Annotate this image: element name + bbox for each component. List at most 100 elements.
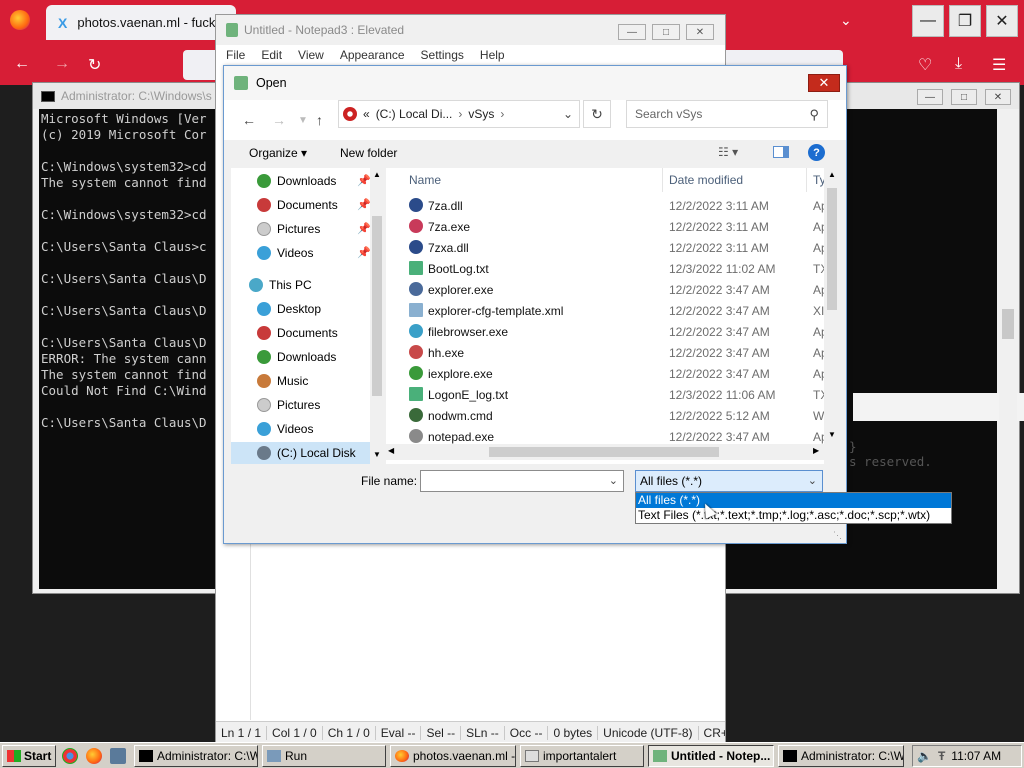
refresh-button[interactable]: ↻ — [583, 100, 611, 128]
file-list-vscroll-thumb[interactable] — [827, 188, 837, 310]
menu-edit[interactable]: Edit — [261, 48, 282, 62]
new-folder-button[interactable]: New folder — [340, 146, 397, 160]
back-arrow-icon[interactable]: ← — [14, 55, 30, 73]
organize-button[interactable]: Organize ▾ — [249, 146, 307, 160]
chrome-icon[interactable] — [62, 748, 78, 764]
search-input[interactable]: Search vSys ⚲ — [626, 100, 828, 128]
menu-icon[interactable]: ☰ — [992, 55, 1006, 75]
column-header-name[interactable]: Name — [409, 168, 441, 192]
cmd-close-button[interactable]: ✕ — [985, 89, 1011, 105]
navigation-pane[interactable]: Downloads 📌 Documents 📌 Pictures 📌 Video… — [231, 168, 379, 464]
file-row[interactable]: nodwm.cmd 12/2/2022 5:12 AM W — [386, 405, 824, 426]
download-icon[interactable]: ⤓ — [955, 55, 962, 73]
taskbar-button-cmd-1[interactable]: Administrator: C:\W... — [134, 745, 258, 767]
file-type-dropdown-list[interactable]: All files (*.*) Text Files (*.txt;*.text… — [635, 492, 952, 524]
pin-icon[interactable]: 📌 — [357, 174, 371, 187]
address-segment-folder[interactable]: vSys — [468, 107, 494, 121]
cmd-minimize-button[interactable]: — — [917, 89, 943, 105]
address-dropdown-icon[interactable]: ⌄ — [563, 107, 573, 121]
nav-item-desktop[interactable]: Desktop — [257, 298, 377, 320]
address-bar[interactable]: « (C:) Local Di... › vSys › ⌄ — [338, 100, 580, 128]
nav-item-music[interactable]: Music — [257, 370, 377, 392]
menu-file[interactable]: File — [226, 48, 245, 62]
cmd-maximize-button[interactable]: □ — [951, 89, 977, 105]
column-divider[interactable] — [806, 168, 807, 192]
file-list-hscrollbar[interactable]: ◀ ▶ — [386, 444, 824, 460]
clock[interactable]: 11:07 AM — [951, 749, 1001, 763]
taskbar-button-firefox[interactable]: photos.vaenan.ml - ... — [390, 745, 516, 767]
nav-item-this-pc[interactable]: This PC — [249, 274, 377, 296]
notepad-minimize-button[interactable]: — — [618, 24, 646, 40]
status-eol[interactable]: CR+ — [699, 726, 725, 740]
file-list-vscrollbar[interactable]: ▲ ▼ — [824, 168, 840, 446]
pocket-icon[interactable]: ♡ — [918, 55, 932, 75]
up-arrow-icon[interactable]: ↑ — [316, 112, 323, 128]
file-name-input[interactable]: ⌄ — [420, 470, 624, 492]
address-segment-drive[interactable]: (C:) Local Di... — [376, 107, 453, 121]
scroll-right-icon[interactable]: ▶ — [813, 446, 819, 455]
preview-pane-icon[interactable] — [773, 146, 789, 158]
file-row[interactable]: LogonE_log.txt 12/3/2022 11:06 AM TX — [386, 384, 824, 405]
scroll-down-icon[interactable]: ▼ — [373, 450, 381, 459]
view-options-icon[interactable]: ☷ ▾ — [718, 145, 738, 159]
search-icon[interactable]: ⚲ — [809, 107, 819, 123]
column-header-date[interactable]: Date modified — [669, 168, 743, 192]
file-row[interactable]: hh.exe 12/2/2022 3:47 AM Ap — [386, 342, 824, 363]
column-divider[interactable] — [662, 168, 663, 192]
file-type-dropdown-icon[interactable]: ⌄ — [808, 474, 817, 487]
browser-tab[interactable]: X photos.vaenan.ml - fucky — [46, 5, 236, 40]
menu-appearance[interactable]: Appearance — [340, 48, 405, 62]
nav-item-videos-pc[interactable]: Videos — [257, 418, 377, 440]
forward-arrow-icon[interactable]: → — [272, 112, 286, 128]
back-arrow-icon[interactable]: ← — [242, 112, 256, 128]
pin-icon[interactable]: 📌 — [357, 246, 371, 259]
navigation-scrollbar[interactable]: ▲ ▼ — [370, 168, 384, 464]
cmd-scrollbar[interactable] — [999, 109, 1017, 589]
help-icon[interactable]: ? — [808, 144, 825, 161]
file-name-dropdown-icon[interactable]: ⌄ — [609, 474, 618, 487]
status-encoding[interactable]: Unicode (UTF-8) — [598, 725, 699, 740]
notepad-close-button[interactable]: ✕ — [686, 24, 714, 40]
file-row[interactable]: explorer.exe 12/2/2022 3:47 AM Ap — [386, 279, 824, 300]
file-row[interactable]: filebrowser.exe 12/2/2022 3:47 AM Ap — [386, 321, 824, 342]
computer-icon[interactable] — [110, 748, 126, 764]
nav-item-downloads-pc[interactable]: Downloads — [257, 346, 377, 368]
menu-view[interactable]: View — [298, 48, 324, 62]
menu-settings[interactable]: Settings — [421, 48, 464, 62]
reload-icon[interactable]: ↻ — [88, 55, 101, 75]
list-tabs-chevron-icon[interactable]: ⌄ — [840, 12, 852, 29]
minimize-button[interactable]: — — [912, 5, 944, 37]
file-list-hscroll-thumb[interactable] — [489, 447, 719, 457]
file-row[interactable]: 7zxa.dll 12/2/2022 3:11 AM Ap — [386, 237, 824, 258]
file-row[interactable]: iexplore.exe 12/2/2022 3:47 AM Ap — [386, 363, 824, 384]
nav-item-documents-pc[interactable]: Documents — [257, 322, 377, 344]
navigation-scroll-thumb[interactable] — [372, 216, 382, 396]
recent-dropdown-icon[interactable]: ▼ — [298, 115, 308, 126]
pin-icon[interactable]: 📌 — [357, 198, 371, 211]
tray-app-icon[interactable]: Ŧ — [938, 749, 945, 763]
file-type-option-all[interactable]: All files (*.*) — [636, 493, 951, 508]
close-button[interactable]: ✕ — [986, 5, 1018, 37]
breadcrumb-separator-icon[interactable]: › — [500, 107, 504, 121]
file-row[interactable]: BootLog.txt 12/3/2022 11:02 AM TX — [386, 258, 824, 279]
taskbar-button-cmd-2[interactable]: Administrator: C:\W... — [778, 745, 904, 767]
scroll-up-icon[interactable]: ▲ — [828, 170, 836, 179]
file-type-select[interactable]: All files (*.*) ⌄ — [635, 470, 823, 492]
file-list[interactable]: Name ⌃ Date modified Ty 7za.dll 12/2/2022… — [386, 168, 824, 464]
firefox-icon[interactable] — [86, 748, 102, 764]
breadcrumb-separator-icon[interactable]: › — [458, 107, 462, 121]
taskbar-button-importantalert[interactable]: importantalert — [520, 745, 644, 767]
scroll-up-icon[interactable]: ▲ — [373, 170, 381, 179]
nav-item-local-disk[interactable]: (C:) Local Disk — [231, 442, 379, 464]
file-row[interactable]: 7za.dll 12/2/2022 3:11 AM Ap — [386, 195, 824, 216]
cmd-scroll-thumb[interactable] — [1002, 309, 1014, 339]
menu-help[interactable]: Help — [480, 48, 505, 62]
restore-button[interactable]: ❐ — [949, 5, 981, 37]
volume-icon[interactable]: 🔈 — [917, 749, 932, 763]
file-row[interactable]: explorer-cfg-template.xml 12/2/2022 3:47 … — [386, 300, 824, 321]
start-button[interactable]: Start — [2, 745, 56, 767]
nav-item-pictures-pc[interactable]: Pictures — [257, 394, 377, 416]
file-type-option-text[interactable]: Text Files (*.txt;*.text;*.tmp;*.log;*.a… — [636, 508, 951, 523]
taskbar-button-run[interactable]: Run — [262, 745, 386, 767]
file-row[interactable]: 7za.exe 12/2/2022 3:11 AM Ap — [386, 216, 824, 237]
